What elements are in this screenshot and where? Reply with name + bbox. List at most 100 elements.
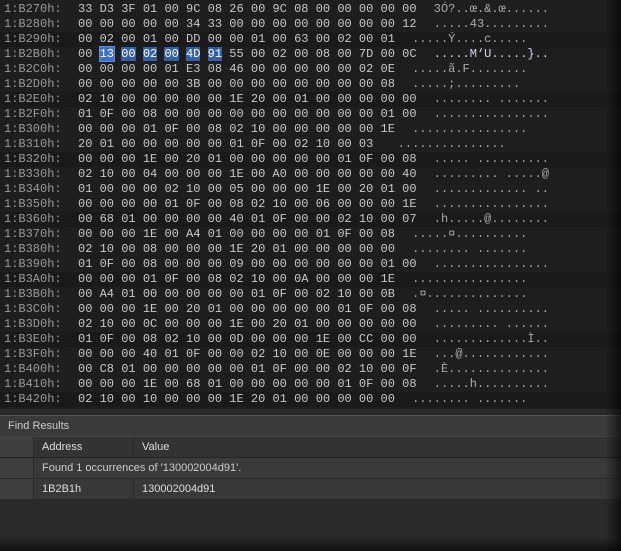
hex-row[interactable]: 1:B400h:00 C8 01 00 00 00 00 00 01 0F 00… [0, 362, 621, 377]
hex-bytes[interactable]: 02 10 00 10 00 00 00 1E 20 01 00 00 00 0… [78, 392, 402, 407]
hex-bytes[interactable]: 00 00 00 00 00 34 33 00 00 00 00 00 00 0… [78, 17, 424, 32]
hex-row[interactable]: 1:B390h:01 0F 00 08 00 00 00 09 00 00 00… [0, 257, 621, 272]
hex-row[interactable]: 1:B360h:00 68 01 00 00 00 00 40 01 0F 00… [0, 212, 621, 227]
hex-row[interactable]: 1:B310h:20 01 00 00 00 00 00 01 0F 00 02… [0, 137, 621, 152]
hex-row[interactable]: 1:B290h:00 02 00 01 00 DD 00 00 01 00 63… [0, 32, 621, 47]
hex-ascii[interactable]: ..... .......... [434, 302, 549, 317]
hex-ascii[interactable]: ...@............ [434, 347, 549, 362]
hex-bytes[interactable]: 01 0F 00 08 02 10 00 0D 00 00 00 1E 00 C… [78, 332, 424, 347]
hex-ascii[interactable]: .....ã.F........ [412, 62, 527, 77]
hex-ascii[interactable]: ........ ....... [412, 392, 527, 407]
hex-bytes[interactable]: 01 00 00 00 02 10 00 05 00 00 00 1E 00 2… [78, 182, 424, 197]
hex-address: 1:B3C0h: [4, 302, 78, 317]
hex-ascii[interactable]: ......... ...... [434, 317, 549, 332]
hex-ascii[interactable]: 3Ó?..œ.&.œ...... [434, 2, 549, 17]
hex-bytes[interactable]: 33 D3 3F 01 00 9C 08 26 00 9C 08 00 00 0… [78, 2, 424, 17]
hex-ascii[interactable]: .............Ì.. [434, 332, 549, 347]
find-header-gutter [0, 437, 34, 457]
hex-bytes[interactable]: 00 13 00 02 00 4D 91 55 00 02 00 08 00 7… [78, 47, 424, 62]
hex-bytes[interactable]: 00 00 00 00 01 0F 00 08 02 10 00 06 00 0… [78, 197, 424, 212]
hex-viewer[interactable]: 1:B270h:33 D3 3F 01 00 9C 08 26 00 9C 08… [0, 0, 621, 409]
hex-bytes[interactable]: 00 00 00 00 01 E3 08 46 00 00 00 00 00 0… [78, 62, 402, 77]
hex-ascii[interactable]: ................ [434, 197, 549, 212]
hex-bytes[interactable]: 02 10 00 00 00 00 00 1E 20 00 01 00 00 0… [78, 92, 424, 107]
hex-ascii[interactable]: ................ [412, 272, 527, 287]
hex-bytes[interactable]: 02 10 00 08 00 00 00 1E 20 01 00 00 00 0… [78, 242, 402, 257]
hex-ascii[interactable]: ................ [434, 257, 549, 272]
hex-row[interactable]: 1:B270h:33 D3 3F 01 00 9C 08 26 00 9C 08… [0, 2, 621, 17]
hex-ascii[interactable]: .....;......... [412, 77, 520, 92]
hex-ascii[interactable]: ........ ....... [434, 92, 549, 107]
hex-row[interactable]: 1:B2F0h:01 0F 00 08 00 00 00 00 00 00 00… [0, 107, 621, 122]
hex-row[interactable]: 1:B3B0h:00 A4 01 00 00 00 00 00 01 0F 00… [0, 287, 621, 302]
hex-bytes[interactable]: 01 0F 00 08 00 00 00 00 00 00 00 00 00 0… [78, 107, 424, 122]
hex-bytes[interactable]: 02 10 00 0C 00 00 00 1E 00 20 01 00 00 0… [78, 317, 424, 332]
hex-address: 1:B280h: [4, 17, 78, 32]
hex-row[interactable]: 1:B320h:00 00 00 1E 00 20 01 00 00 00 00… [0, 152, 621, 167]
hex-bytes[interactable]: 00 00 00 1E 00 20 01 00 00 00 00 00 01 0… [78, 302, 424, 317]
hex-bytes[interactable]: 00 00 00 1E 00 68 01 00 00 00 00 00 01 0… [78, 377, 424, 392]
hex-bytes[interactable]: 00 00 00 40 01 0F 00 00 02 10 00 0E 00 0… [78, 347, 424, 362]
find-row-address: 1B2B1h [34, 479, 134, 499]
hex-ascii[interactable]: .¤.............. [412, 287, 527, 302]
hex-bytes[interactable]: 00 C8 01 00 00 00 00 00 01 0F 00 00 02 1… [78, 362, 424, 377]
find-result-row[interactable]: 1B2B1h 130002004d91 [0, 479, 621, 499]
hex-ascii[interactable]: .....43......... [434, 17, 549, 32]
hex-row[interactable]: 1:B370h:00 00 00 1E 00 A4 01 00 00 00 00… [0, 227, 621, 242]
hex-address: 1:B3E0h: [4, 332, 78, 347]
hex-row[interactable]: 1:B3F0h:00 00 00 40 01 0F 00 00 02 10 00… [0, 347, 621, 362]
hex-row[interactable]: 1:B2B0h:00 13 00 02 00 4D 91 55 00 02 00… [0, 47, 621, 62]
hex-address: 1:B300h: [4, 122, 78, 137]
hex-bytes[interactable]: 00 00 00 01 0F 00 08 02 10 00 00 00 00 0… [78, 122, 402, 137]
hex-row[interactable]: 1:B380h:02 10 00 08 00 00 00 1E 20 01 00… [0, 242, 621, 257]
hex-ascii[interactable]: .È.............. [434, 362, 549, 377]
hex-row[interactable]: 1:B300h:00 00 00 01 0F 00 08 02 10 00 00… [0, 122, 621, 137]
find-row-value: 130002004d91 [134, 479, 621, 499]
hex-ascii[interactable]: ................ [434, 107, 549, 122]
hex-row[interactable]: 1:B3D0h:02 10 00 0C 00 00 00 1E 00 20 01… [0, 317, 621, 332]
hex-bytes[interactable]: 02 10 00 04 00 00 00 1E 00 A0 00 00 00 0… [78, 167, 424, 182]
hex-address: 1:B2C0h: [4, 62, 78, 77]
hex-address: 1:B350h: [4, 197, 78, 212]
hex-address: 1:B360h: [4, 212, 78, 227]
hex-row[interactable]: 1:B330h:02 10 00 04 00 00 00 1E 00 A0 00… [0, 167, 621, 182]
hex-bytes[interactable]: 20 01 00 00 00 00 00 01 0F 00 02 10 00 0… [78, 137, 381, 152]
hex-row[interactable]: 1:B2D0h:00 00 00 00 00 3B 00 00 00 00 00… [0, 77, 621, 92]
hex-ascii[interactable]: ......... .....@ [434, 167, 549, 182]
hex-row[interactable]: 1:B3A0h:00 00 00 01 0F 00 08 02 10 00 0A… [0, 272, 621, 287]
hex-ascii[interactable]: .....h.......... [434, 377, 549, 392]
hex-row[interactable]: 1:B3E0h:01 0F 00 08 02 10 00 0D 00 00 00… [0, 332, 621, 347]
hex-ascii[interactable]: .....¤.......... [412, 227, 527, 242]
hex-ascii[interactable]: .h.....@........ [434, 212, 549, 227]
hex-bytes[interactable]: 00 02 00 01 00 DD 00 00 01 00 63 00 02 0… [78, 32, 402, 47]
find-col-value[interactable]: Value [134, 437, 621, 457]
hex-bytes[interactable]: 00 68 01 00 00 00 00 40 01 0F 00 00 02 1… [78, 212, 424, 227]
hex-row[interactable]: 1:B2E0h:02 10 00 00 00 00 00 1E 20 00 01… [0, 92, 621, 107]
hex-address: 1:B410h: [4, 377, 78, 392]
hex-row[interactable]: 1:B280h:00 00 00 00 00 34 33 00 00 00 00… [0, 17, 621, 32]
hex-ascii[interactable]: ............... [391, 137, 506, 152]
hex-bytes[interactable]: 00 00 00 1E 00 20 01 00 00 00 00 00 01 0… [78, 152, 424, 167]
hex-address: 1:B290h: [4, 32, 78, 47]
hex-bytes[interactable]: 01 0F 00 08 00 00 00 09 00 00 00 00 00 0… [78, 257, 424, 272]
hex-bytes[interactable]: 00 00 00 01 0F 00 08 02 10 00 0A 00 00 0… [78, 272, 402, 287]
hex-row[interactable]: 1:B340h:01 00 00 00 02 10 00 05 00 00 00… [0, 182, 621, 197]
hex-ascii[interactable]: ............. .. [434, 182, 549, 197]
hex-address: 1:B420h: [4, 392, 78, 407]
hex-row[interactable]: 1:B410h:00 00 00 1E 00 68 01 00 00 00 00… [0, 377, 621, 392]
hex-row[interactable]: 1:B350h:00 00 00 00 01 0F 00 08 02 10 00… [0, 197, 621, 212]
hex-ascii[interactable]: ................ [412, 122, 527, 137]
hex-row[interactable]: 1:B2C0h:00 00 00 00 01 E3 08 46 00 00 00… [0, 62, 621, 77]
hex-ascii[interactable]: ..... .......... [434, 152, 549, 167]
hex-row[interactable]: 1:B3C0h:00 00 00 1E 00 20 01 00 00 00 00… [0, 302, 621, 317]
hex-ascii[interactable]: ........ ....... [412, 242, 527, 257]
hex-bytes[interactable]: 00 00 00 1E 00 A4 01 00 00 00 00 01 0F 0… [78, 227, 402, 242]
hex-address: 1:B270h: [4, 2, 78, 17]
hex-address: 1:B330h: [4, 167, 78, 182]
find-col-address[interactable]: Address [34, 437, 134, 457]
hex-bytes[interactable]: 00 00 00 00 00 3B 00 00 00 00 00 00 00 0… [78, 77, 402, 92]
hex-ascii[interactable]: .....M‘U.....}.. [434, 47, 549, 62]
hex-row[interactable]: 1:B420h:02 10 00 10 00 00 00 1E 20 01 00… [0, 392, 621, 407]
hex-ascii[interactable]: .....Ý....c..... [412, 32, 527, 47]
hex-bytes[interactable]: 00 A4 01 00 00 00 00 00 01 0F 00 02 10 0… [78, 287, 402, 302]
